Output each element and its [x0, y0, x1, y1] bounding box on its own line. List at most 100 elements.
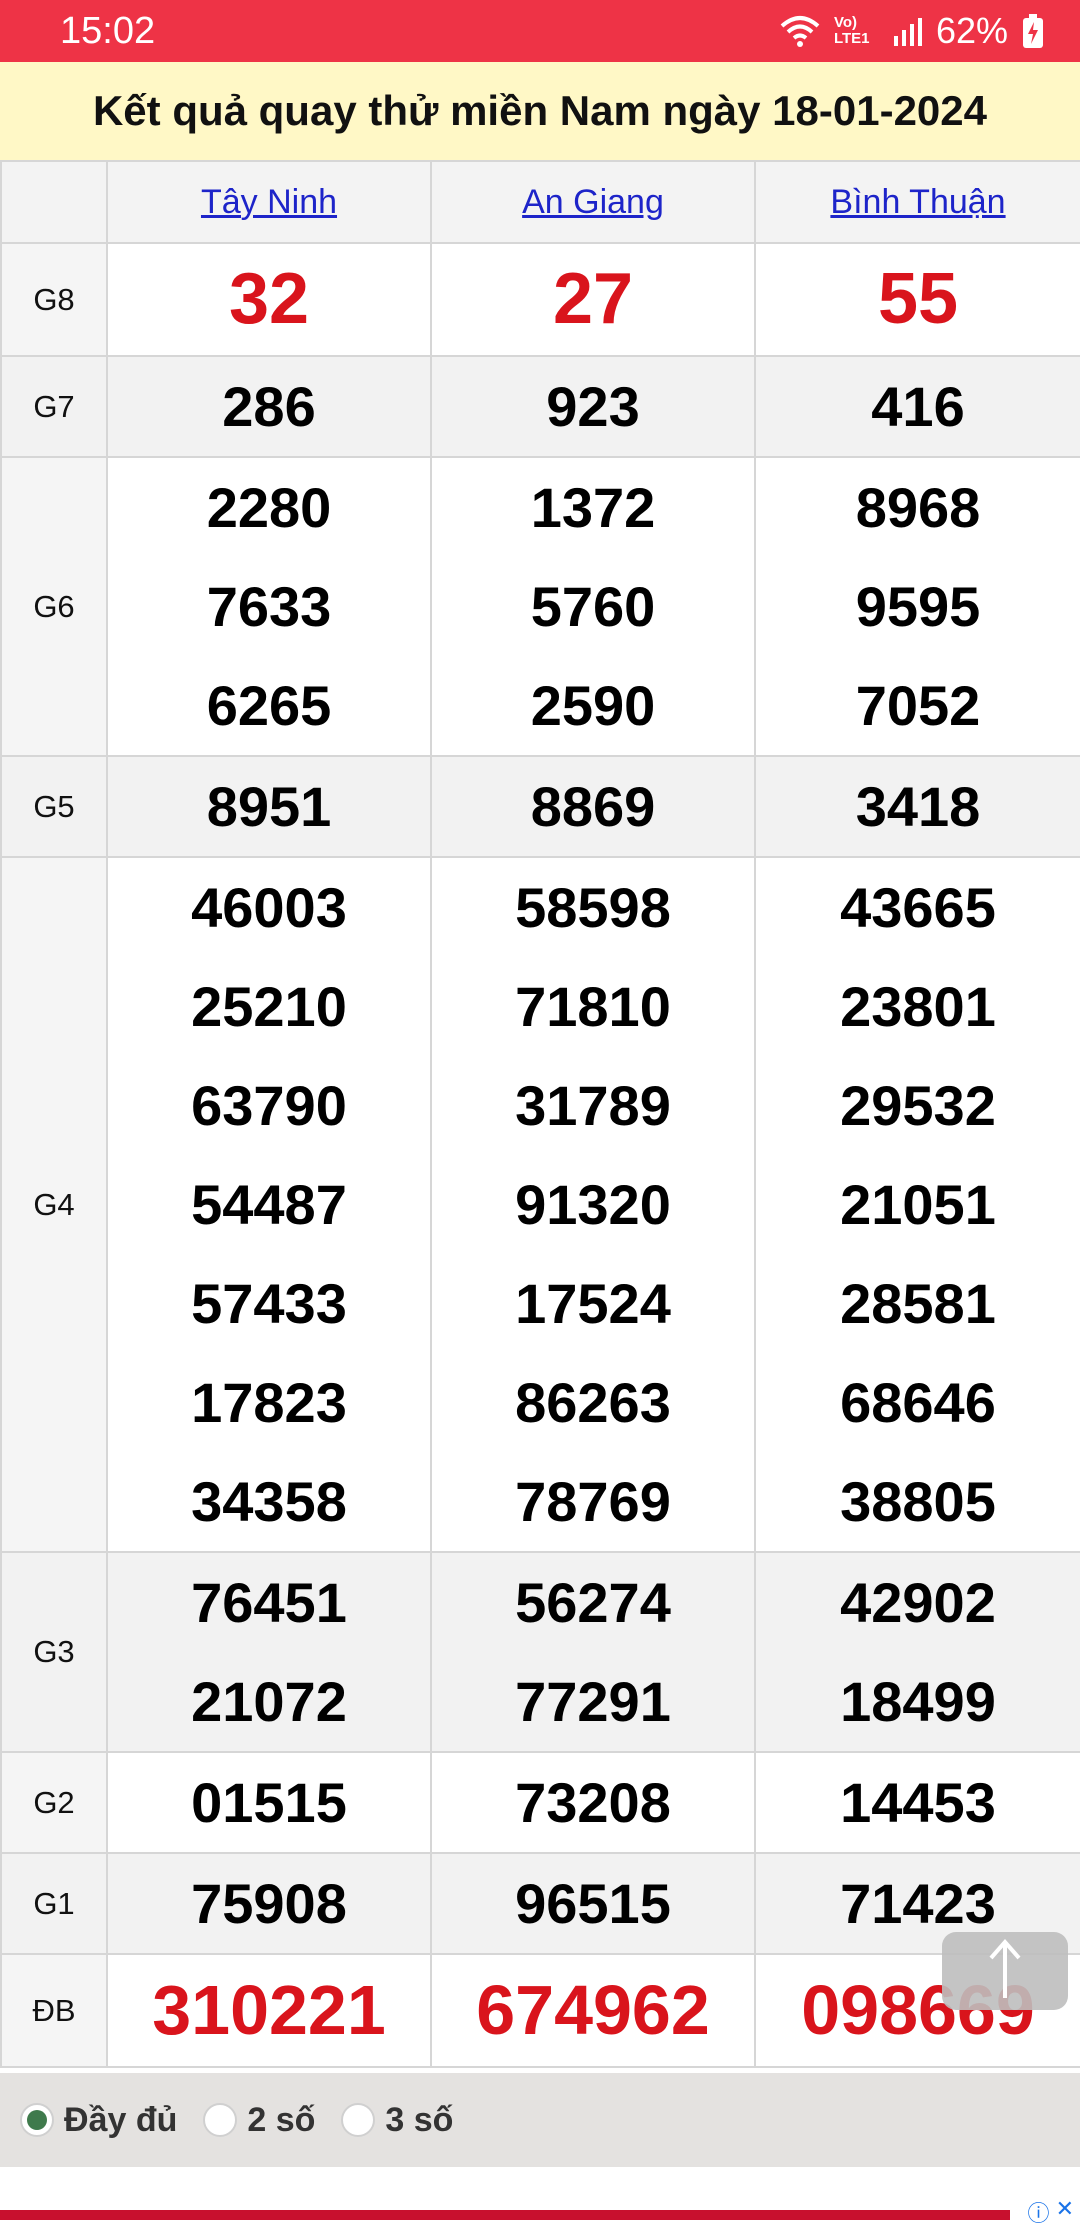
prize-number: 8951	[206, 775, 332, 838]
radio-selected-dot	[27, 2110, 47, 2130]
prize-number: 78769	[515, 1470, 671, 1533]
prize-number: 14453	[840, 1771, 996, 1834]
results-table: Tây Ninh An Giang Bình Thuận G8 32 27 55 G7 2…	[0, 160, 1080, 2068]
prize-number: 310221	[152, 1971, 386, 2049]
prize-number: 8968	[855, 476, 981, 539]
prize-number: 7052	[855, 674, 981, 737]
prize-number: 31789	[515, 1074, 671, 1137]
radio-button[interactable]	[20, 2103, 54, 2137]
prize-cell: 674962	[430, 1953, 756, 2068]
prize-label: G4	[0, 856, 108, 1553]
province-header: An Giang	[430, 160, 756, 244]
prize-number: 923	[546, 375, 640, 438]
ad-banner[interactable]: ⓘ ✕	[0, 2196, 1080, 2226]
battery-charging-icon	[1022, 14, 1044, 48]
prize-cell: 310221	[106, 1953, 432, 2068]
prize-label: ĐB	[0, 1953, 108, 2068]
filter-full[interactable]: Đầy đủ	[20, 2101, 177, 2140]
prize-number: 58598	[515, 876, 671, 939]
prize-number: 75908	[191, 1872, 347, 1935]
filter-label: 2 số	[247, 2100, 316, 2139]
radio-button[interactable]	[341, 2103, 376, 2137]
prize-number: 21051	[840, 1173, 996, 1236]
prize-cell: 923	[430, 355, 756, 458]
prize-number: 17823	[191, 1371, 347, 1434]
prize-cell: 55	[754, 242, 1080, 357]
scroll-to-top-button[interactable]	[942, 1932, 1068, 2010]
prize-number: 56274	[515, 1571, 671, 1634]
prize-number: 9595	[855, 575, 981, 638]
prize-label: G2	[0, 1751, 108, 1854]
prize-number: 7633	[206, 575, 332, 638]
prize-row: G5 8951 8869 3418	[0, 755, 1080, 858]
prize-label: G1	[0, 1852, 108, 1955]
results-body: G8 32 27 55 G7 286 923 416 G6 2280 7633 6265 1372 576…	[0, 242, 1080, 2068]
prize-number: 23801	[840, 975, 996, 1038]
close-icon[interactable]: ✕	[1056, 2196, 1074, 2228]
prize-number: 2280	[206, 476, 332, 539]
prize-number: 3418	[855, 775, 981, 838]
prize-number: 54487	[191, 1173, 347, 1236]
prize-cell: 286	[106, 355, 432, 458]
prize-number: 38805	[840, 1470, 996, 1533]
prize-cell: 42902 18499	[754, 1551, 1080, 1753]
prize-row: G3 76451 21072 56274 77291 42902 18499	[0, 1551, 1080, 1753]
prize-cell: 2280 7633 6265	[106, 456, 432, 757]
network-type: Vo) LTE1	[833, 14, 870, 47]
prize-cell: 1372 5760 2590	[430, 456, 756, 757]
prize-number: 43665	[840, 876, 996, 939]
prize-row: G6 2280 7633 6265 1372 5760 2590 8968 9595 7052	[0, 456, 1080, 757]
province-header: Bình Thuận	[754, 160, 1080, 244]
filter-label: Đầy đủ	[64, 2100, 178, 2139]
prize-number: 55	[877, 259, 959, 339]
prize-cell: 01515	[106, 1751, 432, 1854]
prize-number: 32	[228, 259, 310, 339]
header-corner	[0, 160, 108, 244]
prize-cell: 32	[106, 242, 432, 357]
prize-number: 28581	[840, 1272, 996, 1335]
prize-row: ĐB 310221 674962 098669	[0, 1953, 1080, 2068]
prize-number: 42902	[840, 1571, 996, 1634]
prize-cell: 27	[430, 242, 756, 357]
prize-label: G8	[0, 242, 108, 357]
prize-number: 5760	[530, 575, 656, 638]
prize-row: G1 75908 96515 71423	[0, 1852, 1080, 1955]
prize-cell: 8869	[430, 755, 756, 858]
battery-percent: 62%	[935, 10, 1008, 51]
status-icons: Vo) LTE1 62%	[780, 10, 1044, 52]
prize-number: 63790	[191, 1074, 347, 1137]
prize-label: G7	[0, 355, 108, 458]
prize-number: 86263	[515, 1371, 671, 1434]
prize-number: 2590	[530, 674, 656, 737]
prize-number: 68646	[840, 1371, 996, 1434]
status-time: 15:02	[60, 9, 156, 52]
province-link[interactable]: Bình Thuận	[830, 183, 1005, 221]
prize-number: 71810	[515, 975, 671, 1038]
prize-number: 8869	[530, 775, 656, 838]
prize-cell: 8951	[106, 755, 432, 858]
province-link[interactable]: Tây Ninh	[201, 183, 337, 221]
prize-label: G5	[0, 755, 108, 858]
prize-number: 25210	[191, 975, 347, 1038]
province-header: Tây Ninh	[106, 160, 432, 244]
filter-3-digits[interactable]: 3 số	[341, 2101, 453, 2140]
prize-label: G6	[0, 456, 108, 757]
prize-number: 46003	[191, 876, 347, 939]
prize-cell: 416	[754, 355, 1080, 458]
prize-cell: 96515	[430, 1852, 756, 1955]
filter-2-digits[interactable]: 2 số	[203, 2101, 315, 2140]
radio-button[interactable]	[203, 2103, 238, 2137]
prize-number: 416	[871, 375, 965, 438]
province-link[interactable]: An Giang	[522, 183, 664, 221]
page-title: Kết quả quay thử miền Nam ngày 18-01-202…	[0, 62, 1080, 160]
arrow-up-icon	[985, 1938, 1025, 2005]
prize-row: G4 46003 25210 63790 54487 57433 17823 34358 585…	[0, 856, 1080, 1553]
status-bar: 15:02 Vo) LTE1 62%	[0, 0, 1080, 62]
prize-number: 18499	[840, 1670, 996, 1733]
prize-number: 674962	[476, 1971, 710, 2049]
prize-cell: 58598 71810 31789 91320 17524 86263 78769	[430, 856, 756, 1553]
info-icon[interactable]: ⓘ	[1028, 2196, 1050, 2228]
prize-number: 29532	[840, 1074, 996, 1137]
prize-number: 96515	[515, 1872, 671, 1935]
prize-number: 21072	[191, 1670, 347, 1733]
